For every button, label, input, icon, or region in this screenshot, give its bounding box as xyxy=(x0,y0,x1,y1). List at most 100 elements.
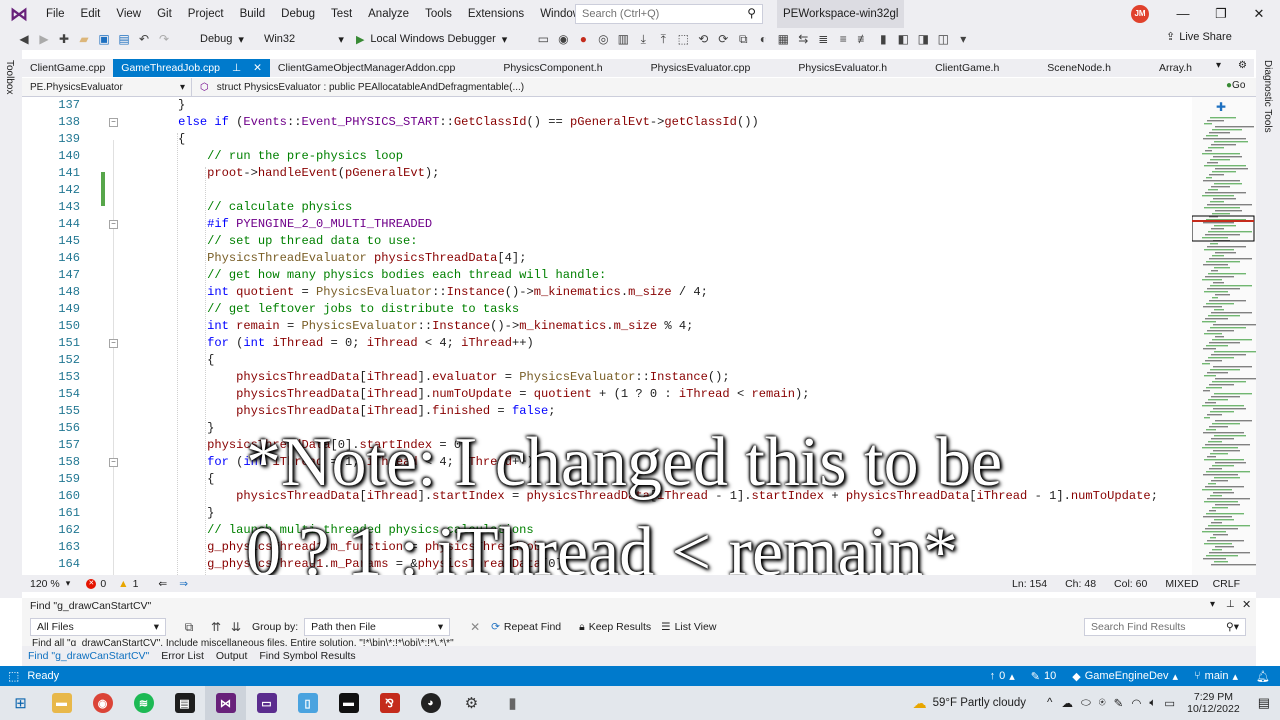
code-line[interactable]: 137 } xyxy=(22,97,1192,114)
toolbar-icon-14[interactable]: ⇆ xyxy=(794,30,812,48)
code-line[interactable]: 140 // run the pre-physics loop xyxy=(22,148,1192,165)
bottom-tab-2[interactable]: Output xyxy=(210,650,254,662)
bookmark-icon[interactable]: ▮ xyxy=(874,30,892,48)
code-line[interactable]: 146 PhysicsThreadEvaluator physicsThread… xyxy=(22,250,1192,267)
code-line[interactable]: 145 // set up thread data to use: xyxy=(22,233,1192,250)
stop-icon[interactable]: ✕ xyxy=(466,618,484,636)
nav-back-icon[interactable]: ⇐ xyxy=(144,578,173,590)
cloud-icon[interactable]: ☁ xyxy=(1057,696,1077,710)
group-by-dropdown[interactable]: Path then File ▾ xyxy=(304,618,451,636)
diagnostic-tools-tab[interactable]: Diagnostic Tools xyxy=(1262,60,1273,133)
member-dropdown[interactable]: struct PhysicsEvaluator : public PEAlloc… xyxy=(209,78,1256,97)
pen-icon[interactable]: ✎ xyxy=(1110,696,1128,710)
fold-toggle-icon[interactable]: − xyxy=(109,458,118,467)
fold-toggle-icon[interactable]: − xyxy=(109,220,118,229)
code-line[interactable]: 143 // calculate physics xyxy=(22,199,1192,216)
windows-start-icon[interactable]: ⊞ xyxy=(0,686,41,720)
toolbar-overflow-icon[interactable]: ▾ xyxy=(954,30,972,48)
split-icon[interactable]: ✚ xyxy=(1216,100,1226,114)
tab-clientgame-h[interactable]: ClientGame.h xyxy=(927,59,1007,77)
uncomment-icon[interactable]: ≢ xyxy=(854,30,872,48)
menu-item-edit[interactable]: Edit xyxy=(73,0,109,28)
toolbar-icon-3[interactable]: ● xyxy=(574,30,592,48)
wifi-icon[interactable]: ◠ xyxy=(1127,696,1145,710)
tab-physicscomponent-h[interactable]: PhysicsComponent.h xyxy=(495,59,610,77)
notepad-icon[interactable]: ▯ xyxy=(287,686,328,720)
zoom-level[interactable]: 120 % xyxy=(22,578,66,590)
tab-close-icon[interactable]: ✕ xyxy=(253,59,262,77)
panel-options-icon[interactable]: ▾ xyxy=(1210,599,1215,610)
settings-icon[interactable]: ⚙ xyxy=(451,686,492,720)
char-number[interactable]: Ch: 48 xyxy=(1053,578,1102,590)
menu-item-test[interactable]: Test xyxy=(323,0,360,28)
acrobat-icon[interactable]: ⅋ xyxy=(369,686,410,720)
panel-close-icon[interactable]: ✕ xyxy=(1242,598,1251,611)
line-endings[interactable]: CRLF xyxy=(1205,578,1256,590)
battery-icon[interactable]: ▭ xyxy=(1160,696,1179,710)
menu-item-git[interactable]: Git xyxy=(149,0,180,28)
error-count[interactable]: ✕ 0 xyxy=(70,578,112,590)
toolbar-icon-4[interactable]: ◎ xyxy=(594,30,612,48)
onedrive-icon[interactable]: ⬭ xyxy=(1077,697,1095,710)
configuration-dropdown[interactable]: Debug ▾ xyxy=(194,30,250,48)
code-minimap[interactable] xyxy=(1191,97,1258,575)
toolbar-icon-12[interactable]: ◐ xyxy=(754,30,772,48)
code-line[interactable]: 148 int quotient = PhysicsEvaluator::Ins… xyxy=(22,284,1192,301)
expand-icon[interactable]: ⇈ xyxy=(207,618,225,636)
bottom-tab-3[interactable]: Find Symbol Results xyxy=(253,650,361,662)
tab-array-h[interactable]: Array.h xyxy=(1151,59,1200,77)
start-debugger-button[interactable]: ▶ Local Windows Debugger ▾ xyxy=(350,30,513,48)
fold-toggle-icon[interactable]: − xyxy=(109,118,118,127)
tab-list-dropdown-icon[interactable]: ▾ xyxy=(1216,60,1221,71)
pin-icon[interactable]: ⊥ xyxy=(232,59,241,77)
code-line[interactable]: 141 proot->handleEvent(pGeneralEvt); xyxy=(22,165,1192,182)
bookmark-clear-icon[interactable]: ◫ xyxy=(934,30,952,48)
clock[interactable]: 7:29 PM 10/12/2022 xyxy=(1179,691,1248,715)
notifications-icon[interactable]: 🔔︎ xyxy=(1246,670,1280,683)
close-button[interactable]: ✕ xyxy=(1240,0,1278,28)
list-view-button[interactable]: ☰ List View xyxy=(661,621,716,633)
toolbar-icon-15[interactable]: ≣ xyxy=(814,30,832,48)
menu-item-tools[interactable]: Tools xyxy=(417,0,460,28)
pin-icon[interactable]: ⊥ xyxy=(1226,599,1235,610)
maximize-button[interactable]: ❐ xyxy=(1202,0,1240,28)
code-line[interactable]: 153 physicsThreadData[iThread].evaluator… xyxy=(22,369,1192,386)
toolbar-icon-2[interactable]: ◉ xyxy=(554,30,572,48)
menu-item-view[interactable]: View xyxy=(108,0,149,28)
menu-item-build[interactable]: Build xyxy=(232,0,274,28)
scope-dropdown[interactable]: PE.PhysicsEvaluator ▾ xyxy=(22,77,192,97)
minimize-button[interactable]: — xyxy=(1164,0,1202,28)
app-icon-purple[interactable]: ▭ xyxy=(246,686,287,720)
toolbar-icon-9[interactable]: ⟲ xyxy=(694,30,712,48)
code-line[interactable]: 142 xyxy=(22,182,1192,199)
forward-icon[interactable]: ▶ xyxy=(35,30,53,48)
toolbar-icon-7[interactable]: ⤒ xyxy=(654,30,672,48)
save-icon[interactable]: ▣ xyxy=(95,30,113,48)
code-line[interactable]: 144 − #if PYENGINE_2_0_MULTI_THREADED xyxy=(22,216,1192,233)
keep-results-button[interactable]: 🔒︎ Keep Results xyxy=(579,621,651,634)
settings-icon[interactable]: ⚙ xyxy=(1238,60,1247,71)
open-file-icon[interactable]: ▰ xyxy=(75,30,93,48)
fold-toggle-icon[interactable]: − xyxy=(109,339,118,348)
tab-clientgameobjectmanageraddon-cpp[interactable]: ClientGameObjectManagerAddon.cpp xyxy=(270,59,463,77)
tray-overflow-icon[interactable]: ^ xyxy=(1042,697,1057,709)
toolbox-tab[interactable]: Toolbox xyxy=(4,60,15,94)
toolbar-icon-10[interactable]: ⟳ xyxy=(714,30,732,48)
menu-item-file[interactable]: File xyxy=(38,0,73,28)
menu-item-debug[interactable]: Debug xyxy=(273,0,323,28)
go-button[interactable]: ●Go xyxy=(1226,80,1245,91)
notification-center-icon[interactable]: ▤ xyxy=(1248,695,1280,711)
search-input[interactable]: Search (Ctrl+Q) ⚲ xyxy=(575,4,763,24)
bottom-tab-0[interactable]: Find "g_drawCanStartCV" xyxy=(22,650,155,662)
menu-item-analyze[interactable]: Analyze xyxy=(360,0,417,28)
platform-dropdown[interactable]: Win32 ▾ xyxy=(258,30,350,48)
bookmark-prev-icon[interactable]: ◧ xyxy=(894,30,912,48)
collapse-icon[interactable]: ⇊ xyxy=(227,618,245,636)
code-line[interactable]: 151 − for (int iThread = 0; iThread < 4; … xyxy=(22,335,1192,352)
toolbar-icon-5[interactable]: ▥ xyxy=(614,30,632,48)
spotify-icon[interactable]: ≋ xyxy=(123,686,164,720)
code-line[interactable]: 139 { xyxy=(22,131,1192,148)
menu-item-extensions[interactable]: Extensions xyxy=(460,0,532,28)
tab-scenenode-h[interactable]: SceneNode.h xyxy=(1039,59,1119,77)
undo-icon[interactable]: ↶ xyxy=(135,30,153,48)
